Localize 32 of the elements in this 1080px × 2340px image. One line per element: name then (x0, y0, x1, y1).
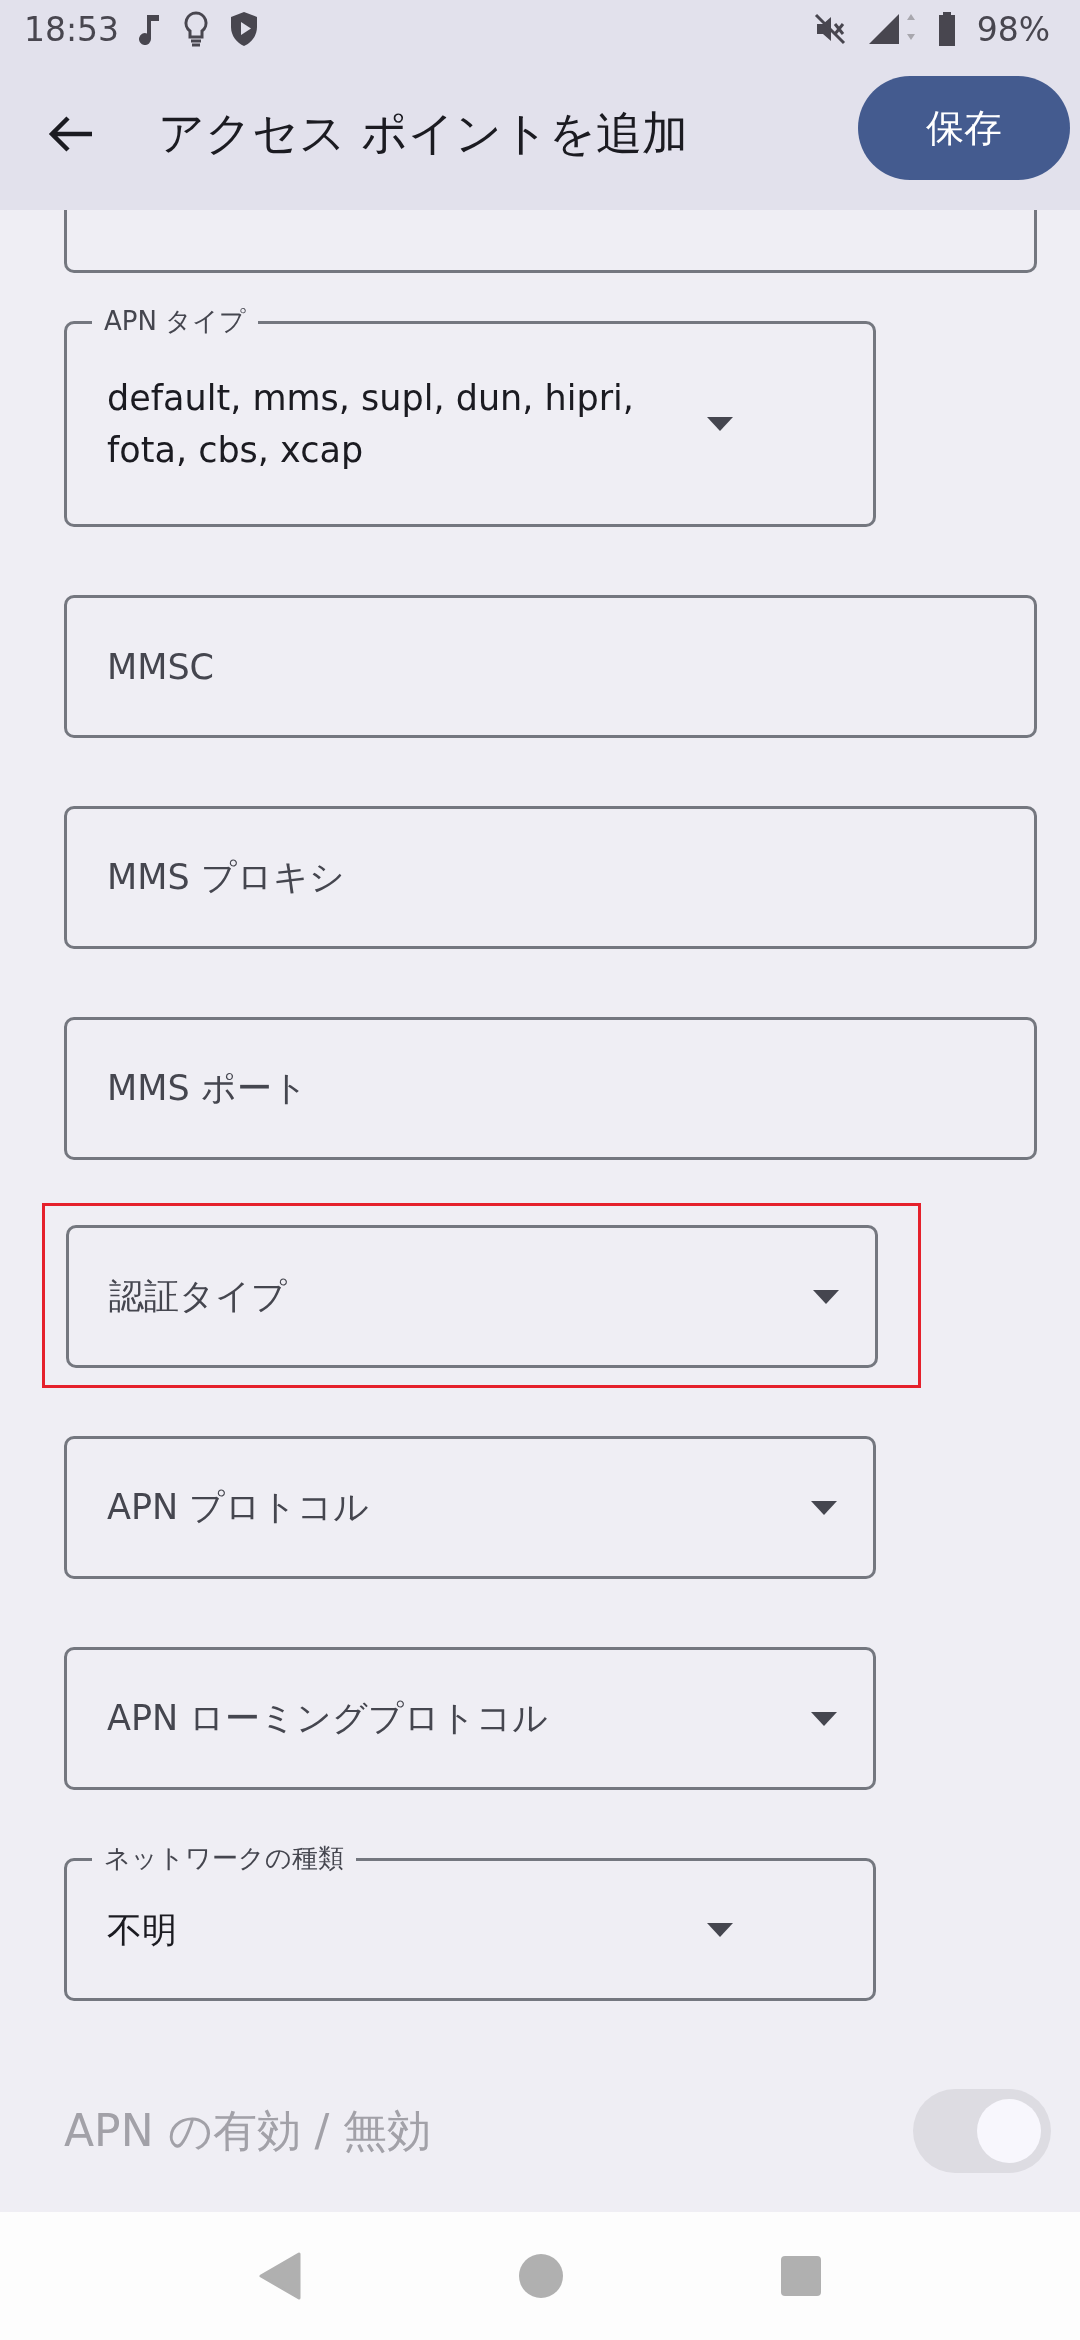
dropdown-caret-icon (707, 417, 733, 431)
dropdown-caret-icon (707, 1922, 733, 1937)
dropdown-field[interactable]: APN プロトコル (64, 1436, 876, 1579)
field-value: 不明 (107, 1908, 178, 1952)
status-time: 18:53 (24, 9, 120, 49)
input-field[interactable]: MMS プロキシ (64, 806, 1037, 949)
save-button[interactable]: 保存 (858, 76, 1070, 180)
input-field[interactable]: MMSC (64, 595, 1037, 738)
screen-title: アクセス ポイントを追加 (158, 105, 689, 162)
mute-icon (812, 12, 847, 46)
field-value: default, mms, supl, dun, hipri, fota, cbs, xcap (107, 377, 635, 472)
dropdown-caret-icon (811, 1500, 837, 1515)
nav-home-icon[interactable] (519, 2254, 563, 2298)
field-label: MMSC (107, 646, 216, 687)
input-field[interactable] (64, 210, 1037, 273)
field-label: APN プロトコル (107, 1486, 371, 1529)
battery-icon (936, 12, 957, 46)
lightbulb-icon (183, 10, 210, 48)
input-field[interactable]: MMS ポート (64, 1017, 1037, 1160)
dropdown-caret-icon (811, 1711, 837, 1726)
dropdown-field[interactable]: APN ローミングプロトコル (64, 1647, 876, 1790)
battery-percent: 98% (976, 9, 1050, 49)
shield-play-icon (229, 11, 260, 47)
field-label: APN ローミングプロトコル (107, 1697, 550, 1740)
nav-back-icon[interactable] (259, 2252, 301, 2300)
field-label: MMS ポート (107, 1067, 309, 1110)
toggle-label: APN の有効 / 無効 (64, 2103, 432, 2158)
back-arrow-icon[interactable] (48, 116, 94, 152)
dropdown-field[interactable]: 認証タイプ (66, 1225, 878, 1368)
dropdown-caret-icon (813, 1289, 839, 1304)
field-label: 認証タイプ (109, 1275, 288, 1318)
field-label: MMS プロキシ (107, 856, 346, 899)
